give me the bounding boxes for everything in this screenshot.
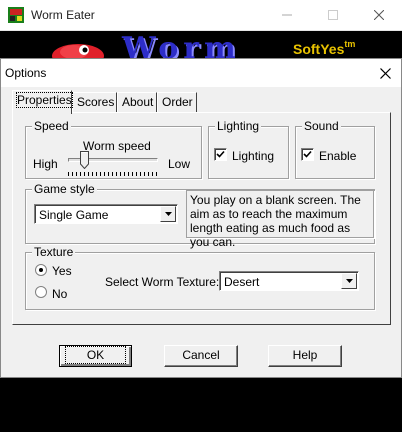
close-icon xyxy=(374,10,384,20)
game-banner: Worm SoftYestm xyxy=(0,31,402,61)
lighting-checkbox[interactable] xyxy=(214,148,227,161)
checkmark-icon xyxy=(303,150,312,158)
worm-speed-label: Worm speed xyxy=(83,139,151,153)
maximize-icon xyxy=(328,10,338,20)
banner-trademark: tm xyxy=(344,39,356,49)
dropdown-arrow-icon[interactable] xyxy=(160,206,176,222)
cancel-button-label: Cancel xyxy=(182,348,220,362)
tab-properties[interactable]: Properties xyxy=(12,90,73,114)
speed-slider-ticks xyxy=(68,172,158,176)
sound-checkbox-label: Enable xyxy=(319,149,357,163)
sound-checkbox[interactable] xyxy=(301,148,314,161)
texture-group-label: Texture xyxy=(32,245,76,259)
checkmark-icon xyxy=(216,150,225,158)
texture-no-radio[interactable] xyxy=(35,286,47,298)
select-texture-label: Select Worm Texture: xyxy=(105,275,220,289)
speed-group-label: Speed xyxy=(32,119,71,133)
lighting-checkbox-label: Lighting xyxy=(232,149,275,163)
radio-dot xyxy=(39,268,43,272)
tab-order[interactable]: Order xyxy=(157,92,197,112)
minimize-button[interactable] xyxy=(264,0,310,30)
tab-scores[interactable]: Scores xyxy=(72,92,117,112)
speed-high-label: High xyxy=(33,157,58,171)
banner-company-name: SoftYes xyxy=(293,41,345,57)
tab-properties-label: Properties xyxy=(16,92,73,108)
tab-scores-label: Scores xyxy=(77,95,115,109)
worm-texture-select[interactable]: Desert xyxy=(219,271,359,291)
texture-yes-radio[interactable] xyxy=(35,264,47,276)
maximize-button[interactable] xyxy=(310,0,356,30)
close-icon xyxy=(379,67,391,79)
app-titlebar: Worm Eater xyxy=(0,0,402,31)
texture-no-label: No xyxy=(52,287,68,301)
options-dialog: Options Properties Scores About Order Sp… xyxy=(0,58,402,378)
lighting-group-label: Lighting xyxy=(215,119,262,133)
banner-company: SoftYestm xyxy=(293,39,356,57)
game-style-select[interactable]: Single Game xyxy=(34,204,178,224)
ok-button-label: OK xyxy=(64,346,127,364)
cancel-button[interactable]: Cancel xyxy=(164,345,238,367)
app-close-button[interactable] xyxy=(356,0,402,30)
dialog-title: Options xyxy=(5,66,47,80)
minimize-icon xyxy=(282,14,292,16)
tab-about[interactable]: About xyxy=(117,92,157,112)
tab-about-label: About xyxy=(122,95,154,109)
game-style-value: Single Game xyxy=(39,208,109,222)
speed-slider-thumb[interactable] xyxy=(80,151,90,170)
worm-texture-value: Desert xyxy=(224,275,260,289)
dialog-close-button[interactable] xyxy=(369,59,401,87)
app-icon[interactable] xyxy=(8,7,24,23)
tab-order-label: Order xyxy=(162,95,193,109)
game-style-group-label: Game style xyxy=(32,182,97,196)
help-button[interactable]: Help xyxy=(268,345,342,367)
dialog-titlebar: Options xyxy=(1,59,401,87)
banner-title: Worm xyxy=(122,31,241,62)
texture-yes-label: Yes xyxy=(52,264,72,278)
game-style-description: You play on a blank screen. The aim as t… xyxy=(186,190,374,249)
ok-button[interactable]: OK xyxy=(59,345,132,367)
speed-low-label: Low xyxy=(168,157,191,171)
dropdown-arrow-icon[interactable] xyxy=(341,273,357,289)
help-button-label: Help xyxy=(292,348,318,362)
app-title: Worm Eater xyxy=(31,8,95,22)
sound-group-label: Sound xyxy=(302,119,341,133)
